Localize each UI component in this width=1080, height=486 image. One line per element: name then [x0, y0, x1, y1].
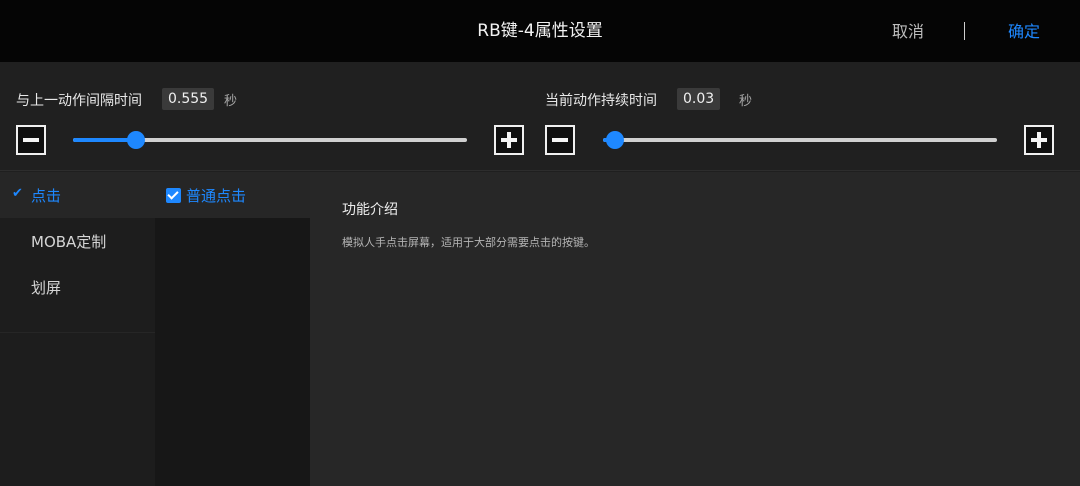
- category-list: ✔ 点击 MOBA定制 划屏: [0, 172, 155, 486]
- interval-decrease-button[interactable]: [16, 125, 46, 155]
- category-label: 划屏: [31, 279, 62, 297]
- header-divider: [964, 22, 965, 40]
- sub-option-normal-click[interactable]: 普通点击: [155, 172, 310, 218]
- cancel-button[interactable]: 取消: [876, 18, 940, 46]
- duration-value: 0.03: [677, 88, 721, 110]
- interval-increase-button[interactable]: [494, 125, 524, 155]
- interval-value: 0.555: [162, 88, 215, 110]
- interval-slider-track[interactable]: [73, 131, 467, 149]
- category-item-moba[interactable]: MOBA定制: [0, 218, 155, 264]
- duration-label: 当前动作持续时间: [545, 93, 657, 109]
- checkbox-checked-icon[interactable]: [166, 188, 181, 203]
- category-item-click[interactable]: ✔ 点击: [0, 172, 155, 218]
- category-label: MOBA定制: [31, 233, 107, 251]
- description-text: 模拟人手点击屏幕，适用于大部分需要点击的按键。: [342, 236, 595, 249]
- timing-panel: 与上一动作间隔时间 0.555 秒 当前动作持续时间 0.03 秒: [0, 62, 1080, 171]
- interval-unit: 秒: [224, 94, 238, 109]
- checkmark-icon: ✔: [12, 186, 23, 201]
- interval-slider-group: 与上一动作间隔时间 0.555 秒: [0, 62, 540, 171]
- duration-decrease-button[interactable]: [545, 125, 575, 155]
- list-divider: [0, 332, 155, 333]
- confirm-button[interactable]: 确定: [992, 18, 1056, 46]
- title-bar: RB键-4属性设置 取消 确定: [0, 0, 1080, 62]
- category-label: 点击: [31, 187, 62, 205]
- interval-label: 与上一动作间隔时间: [16, 93, 142, 109]
- duration-increase-button[interactable]: [1024, 125, 1054, 155]
- interval-slider-thumb[interactable]: [127, 131, 146, 149]
- description-title: 功能介绍: [342, 202, 398, 218]
- duration-unit: 秒: [739, 94, 753, 109]
- description-panel: 功能介绍 模拟人手点击屏幕，适用于大部分需要点击的按键。: [310, 172, 1080, 486]
- sub-option-list: 普通点击: [155, 172, 310, 486]
- duration-slider-thumb[interactable]: [605, 131, 624, 149]
- duration-slider-group: 当前动作持续时间 0.03 秒: [540, 62, 1080, 171]
- sub-option-label: 普通点击: [186, 187, 247, 205]
- duration-slider-track[interactable]: [603, 131, 997, 149]
- category-item-swipe[interactable]: 划屏: [0, 264, 155, 310]
